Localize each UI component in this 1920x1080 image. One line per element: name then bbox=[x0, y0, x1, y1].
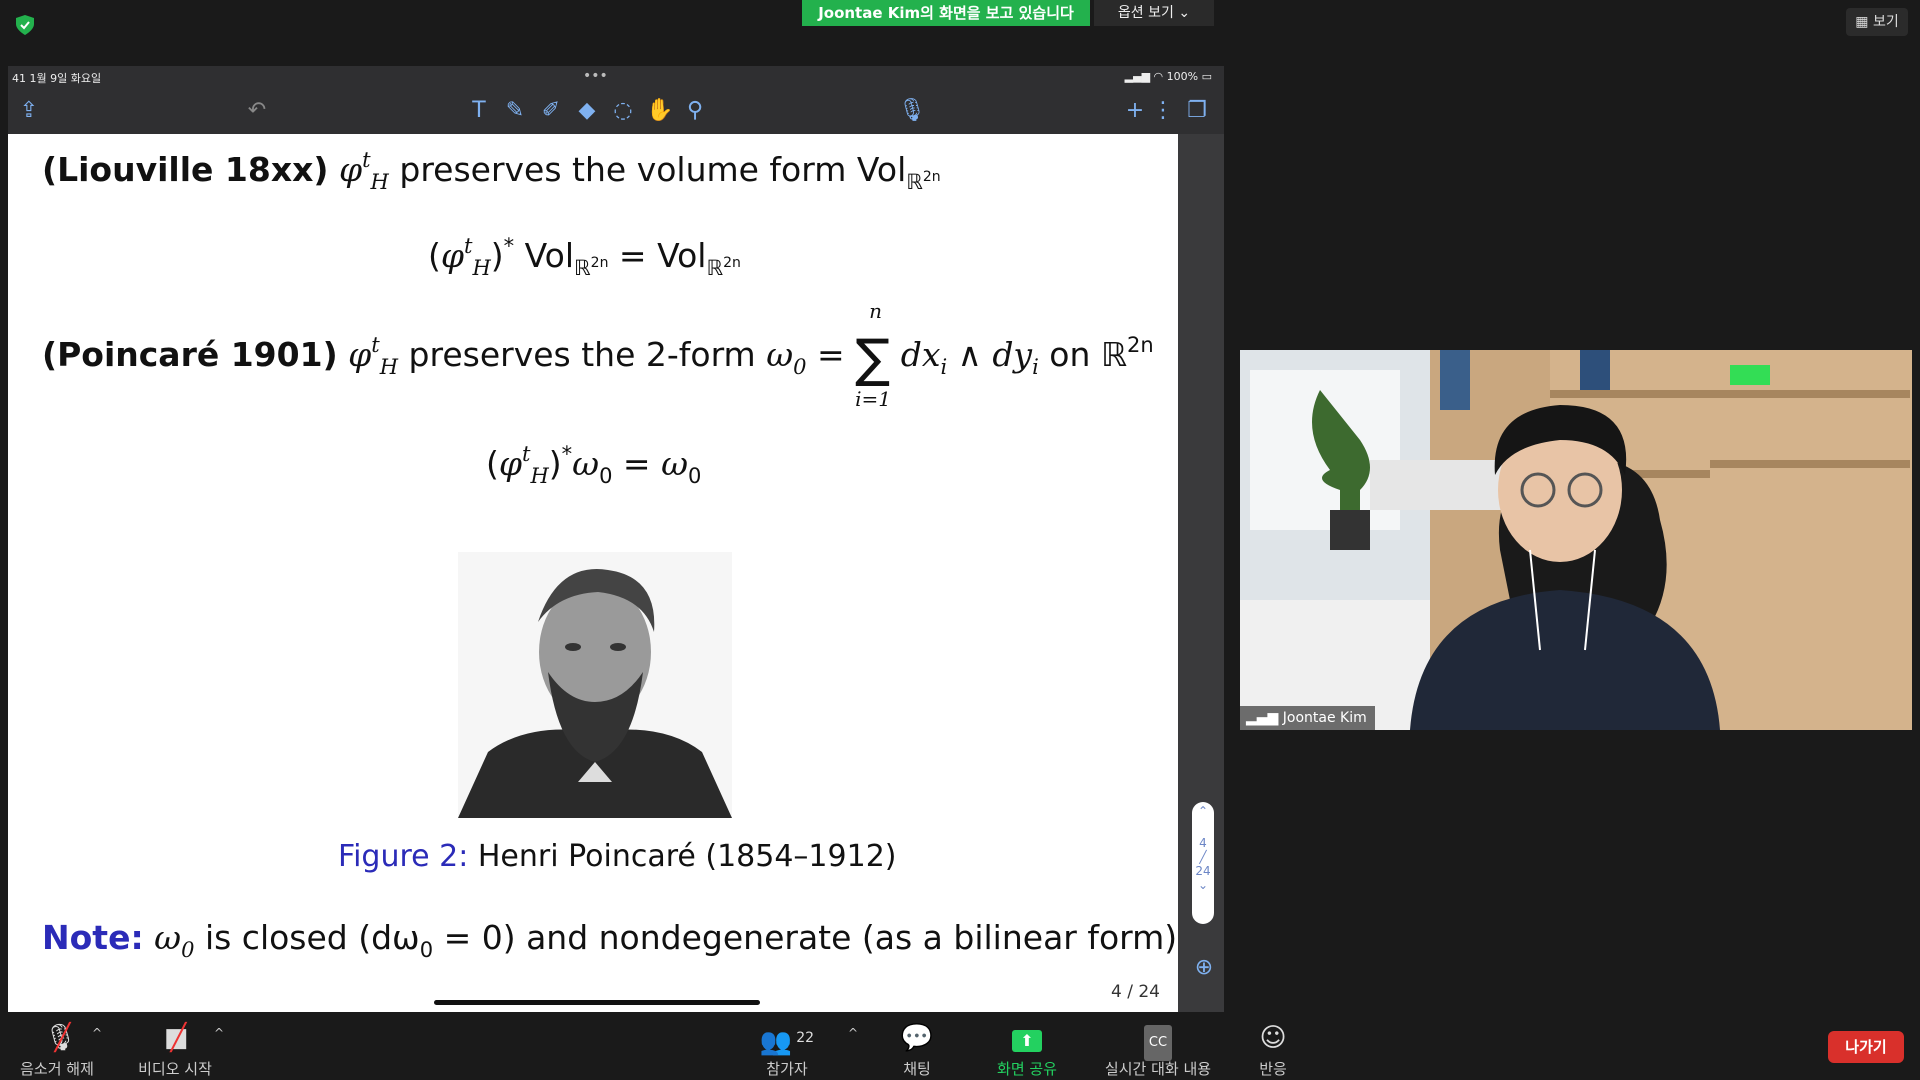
reactions-label: 반응 bbox=[1259, 1060, 1287, 1078]
r2n-subscript: ℝ2n bbox=[906, 169, 941, 194]
home-indicator-bar[interactable] bbox=[434, 1000, 760, 1005]
viewing-banner: Joontae Kim의 화면을 보고 있습니다 bbox=[802, 0, 1090, 26]
status-time: 41 1월 9일 화요일 bbox=[12, 72, 102, 85]
lasso-tool-icon[interactable]: ◌ bbox=[610, 98, 636, 124]
figure-text: Henri Poincaré (1854–1912) bbox=[477, 839, 897, 874]
cc-icon: CC bbox=[1100, 1022, 1216, 1061]
grid-icon: ▦ bbox=[1855, 14, 1873, 30]
slide-page: (Liouville 18xx) φtH preserves the volum… bbox=[8, 134, 1188, 1012]
laser-pointer-icon[interactable]: ⚲ bbox=[682, 98, 708, 124]
signal-icon: ▂▄▆ bbox=[1246, 710, 1283, 726]
poincare-text: preserves the 2-form bbox=[408, 335, 756, 374]
figure-label: Figure 2: bbox=[338, 839, 469, 874]
scroll-down-icon[interactable]: ⌄ bbox=[1192, 878, 1214, 892]
chat-button[interactable]: 💬 채팅 bbox=[862, 1022, 972, 1079]
share-screen-label: 화면 공유 bbox=[997, 1060, 1057, 1078]
status-right: ▂▄▆ ◠ 100% ▭ bbox=[1124, 70, 1212, 83]
chat-label: 채팅 bbox=[903, 1060, 931, 1078]
more-dots-icon: ••• bbox=[583, 68, 608, 84]
scroll-total-pages: 24 bbox=[1195, 864, 1211, 878]
chat-icon: 💬 bbox=[900, 1023, 934, 1053]
notes-toolbar: ⇪ ↶ T ✎ ✐ ◆ ◌ ✋ ⚲ 🎙 + ⋮ ❐ bbox=[8, 88, 1224, 134]
omega-sum: ω0 bbox=[766, 335, 807, 379]
poincare-portrait bbox=[458, 552, 732, 818]
participant-name-tag: ▂▄▆ Joontae Kim bbox=[1240, 706, 1375, 730]
share-screen-button[interactable]: ⬆ 화면 공유 bbox=[972, 1022, 1082, 1079]
zoom-icon[interactable]: ⊕ bbox=[1190, 955, 1218, 983]
live-transcript-button[interactable]: CC 실시간 대화 내용 bbox=[1100, 1022, 1216, 1079]
pages-icon[interactable]: ❐ bbox=[1184, 98, 1210, 124]
undo-icon[interactable]: ↶ bbox=[244, 98, 270, 124]
note-text: is closed (dω bbox=[204, 918, 420, 957]
note-label: Note: bbox=[42, 918, 144, 957]
view-layout-button[interactable]: ▦ 보기 bbox=[1846, 8, 1908, 36]
phi-symbol-2: φtH bbox=[348, 333, 399, 379]
view-options-button[interactable]: 옵션 보기 ⌄ bbox=[1094, 0, 1214, 26]
page-number: 4 / 24 bbox=[1111, 982, 1160, 1002]
start-video-label: 비디오 시작 bbox=[138, 1060, 212, 1078]
share-export-icon[interactable]: ⇪ bbox=[16, 98, 42, 124]
participant-name: Joontae Kim bbox=[1282, 710, 1367, 726]
eraser-tool-icon[interactable]: ◆ bbox=[574, 98, 600, 124]
liouville-line: (Liouville 18xx) φtH preserves the volum… bbox=[42, 148, 941, 194]
participants-button[interactable]: 👥 22 참가자 bbox=[732, 1022, 842, 1079]
poincare-line: (Poincaré 1901) φtH preserves the 2-form… bbox=[42, 299, 1154, 411]
liouville-text: preserves the volume form Vol bbox=[399, 150, 907, 189]
note-text-2: = 0) and nondegenerate (as a bilinear fo… bbox=[433, 918, 1188, 957]
audio-options-caret-icon[interactable]: ^ bbox=[92, 1026, 102, 1040]
participants-label: 참가자 bbox=[766, 1060, 808, 1078]
live-transcript-label: 실시간 대화 내용 bbox=[1104, 1060, 1212, 1078]
battery-percent: 100% bbox=[1166, 70, 1199, 83]
unmute-label: 음소거 해제 bbox=[20, 1060, 94, 1078]
more-options-icon[interactable]: ⋮ bbox=[1150, 98, 1176, 124]
scroll-current-page: 4 bbox=[1199, 836, 1207, 850]
reactions-button[interactable]: ☺ 반응 bbox=[1218, 1022, 1328, 1079]
omega-note: ω0 bbox=[154, 918, 195, 962]
scroll-up-icon[interactable]: ⌃ bbox=[1192, 804, 1214, 818]
hand-tool-icon[interactable]: ✋ bbox=[646, 98, 673, 124]
page-scroller[interactable]: ⌃ 4 ╱ 24 ⌄ bbox=[1192, 802, 1214, 924]
highlighter-tool-icon[interactable]: ✐ bbox=[538, 98, 564, 124]
participants-caret-icon[interactable]: ^ bbox=[848, 1026, 858, 1040]
ipad-status-bar: 41 1월 9일 화요일 ••• ▂▄▆ ◠ 100% ▭ bbox=[8, 66, 1224, 88]
pen-tool-icon[interactable]: ✎ bbox=[502, 98, 528, 124]
scroll-separator: ╱ bbox=[1199, 850, 1207, 864]
emoji-plus-icon: ☺ bbox=[1259, 1023, 1287, 1053]
text-tool-icon[interactable]: T bbox=[466, 98, 492, 124]
participants-count: 22 bbox=[796, 1030, 815, 1046]
sum-symbol: ∑ n i=1 bbox=[855, 299, 892, 411]
poincare-equation: (φtH)*ω0 = ω0 bbox=[486, 442, 702, 488]
note-line: Note: ω0 is closed (dω0 = 0) and nondege… bbox=[42, 918, 1188, 962]
security-shield-icon[interactable] bbox=[14, 14, 36, 36]
microphone-icon[interactable]: 🎙 bbox=[898, 98, 926, 124]
figure-caption: Figure 2: Henri Poincaré (1854–1912) bbox=[338, 839, 896, 874]
liouville-label: (Liouville 18xx) bbox=[42, 150, 329, 189]
liouville-equation: (φtH)* Volℝ2n = Volℝ2n bbox=[428, 234, 741, 280]
leave-button[interactable]: 나가기 bbox=[1828, 1031, 1904, 1063]
view-label: 보기 bbox=[1872, 14, 1899, 30]
phi-symbol: φtH bbox=[338, 148, 389, 194]
participants-icon: 👥 22 bbox=[759, 1027, 815, 1057]
add-page-icon[interactable]: + bbox=[1122, 98, 1148, 124]
video-options-caret-icon[interactable]: ^ bbox=[214, 1026, 224, 1040]
poincare-label: (Poincaré 1901) bbox=[42, 335, 338, 374]
share-screen-icon: ⬆ bbox=[972, 1022, 1082, 1054]
participant-video[interactable] bbox=[1240, 350, 1912, 730]
